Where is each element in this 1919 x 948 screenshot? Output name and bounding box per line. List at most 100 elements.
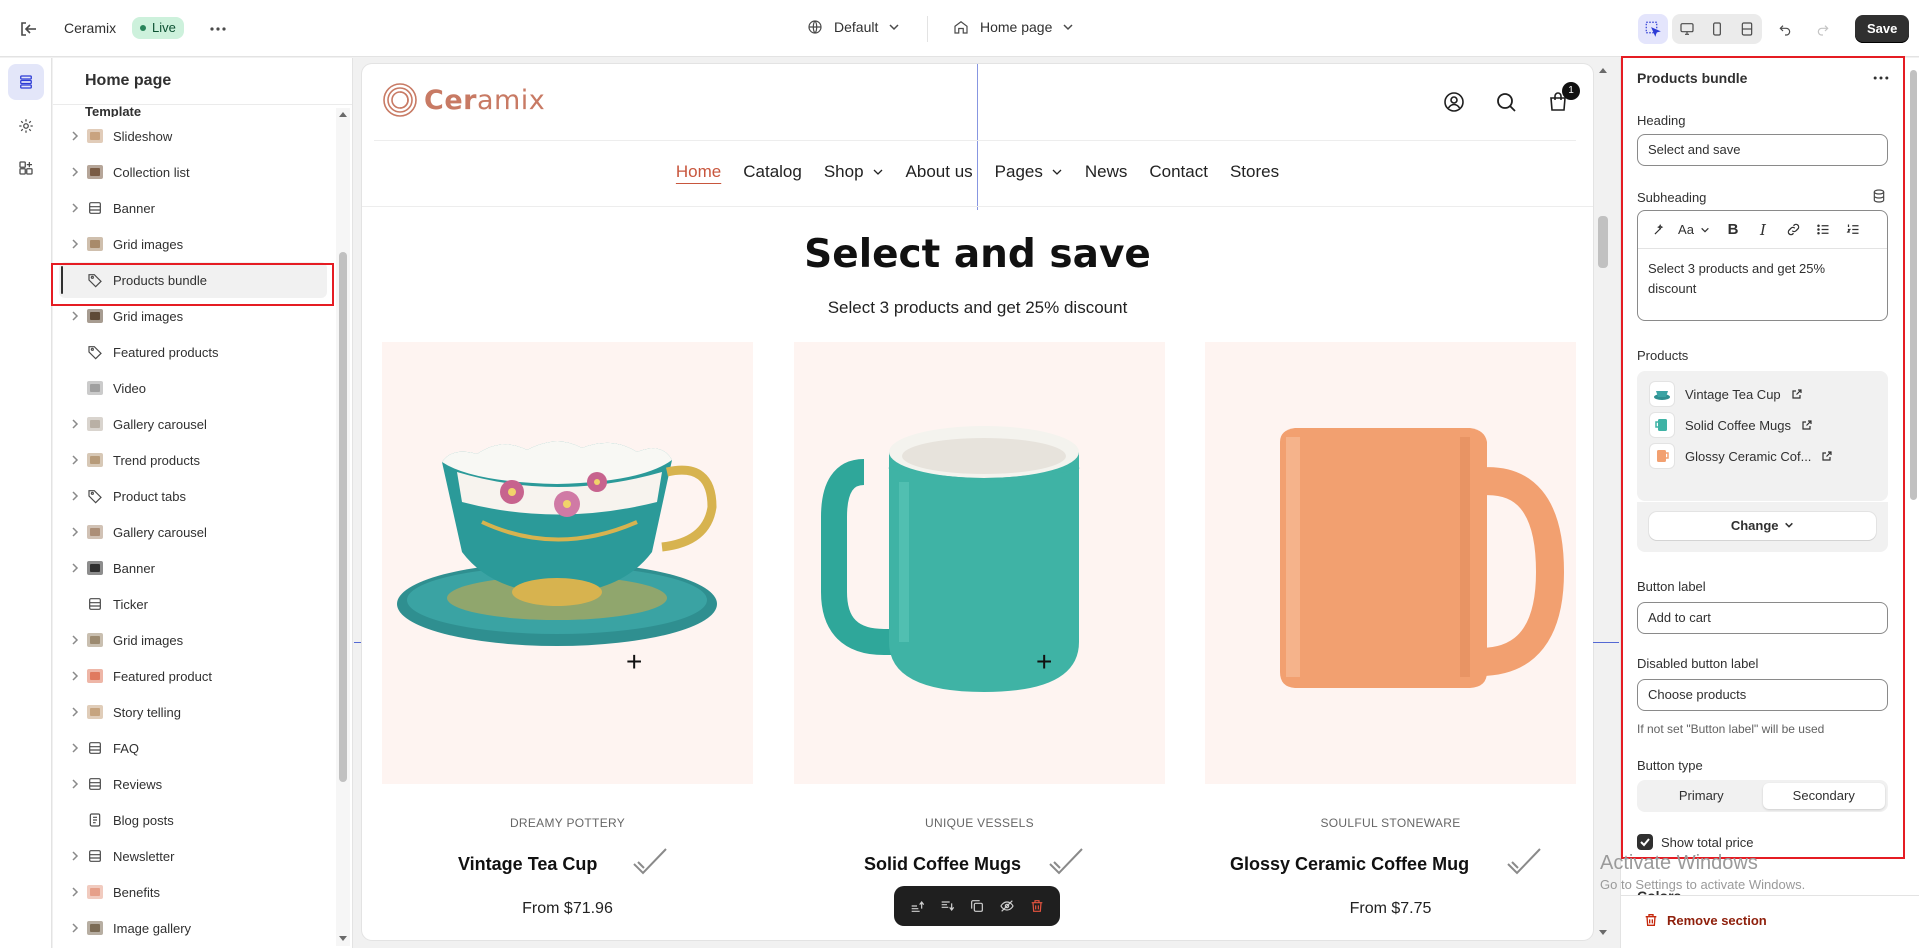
- sidebar-item[interactable]: Grid images: [53, 226, 333, 262]
- chevron-right-icon[interactable]: [69, 706, 81, 718]
- product-card-image[interactable]: [1205, 342, 1576, 784]
- nav-catalog[interactable]: Catalog: [743, 162, 802, 182]
- sidebar-item[interactable]: Ticker: [53, 586, 333, 622]
- button-type-primary[interactable]: Primary: [1640, 783, 1763, 809]
- picked-product[interactable]: Solid Coffee Mugs: [1649, 412, 1813, 438]
- product-card-image[interactable]: [382, 342, 753, 784]
- preview-scrollbar[interactable]: [1596, 64, 1610, 940]
- checkmark-icon[interactable]: [1046, 846, 1086, 880]
- save-button[interactable]: Save: [1855, 15, 1910, 43]
- sidebar-item[interactable]: Gallery carousel: [53, 406, 333, 442]
- nav-home[interactable]: Home: [676, 162, 721, 182]
- sections-icon[interactable]: [8, 64, 44, 100]
- external-link-icon[interactable]: [1791, 388, 1803, 400]
- button-type-secondary[interactable]: Secondary: [1762, 783, 1885, 809]
- chevron-right-icon[interactable]: [69, 922, 81, 934]
- checkbox-checked-icon[interactable]: [1637, 834, 1653, 850]
- bulleted-list-icon[interactable]: [1808, 218, 1838, 242]
- sidebar-item[interactable]: Image gallery: [53, 910, 333, 946]
- chevron-right-icon[interactable]: [69, 310, 81, 322]
- redo-icon[interactable]: [1808, 14, 1838, 44]
- chevron-right-icon[interactable]: [69, 490, 81, 502]
- undo-icon[interactable]: [1770, 14, 1800, 44]
- store-logo[interactable]: Ceramix: [382, 82, 545, 118]
- sidebar-item[interactable]: Collection list: [53, 154, 333, 190]
- external-link-icon[interactable]: [1821, 450, 1833, 462]
- chevron-right-icon[interactable]: [69, 742, 81, 754]
- subheading-text[interactable]: Select 3 products and get 25% discount: [1638, 249, 1887, 309]
- product-title[interactable]: Vintage Tea Cup: [458, 854, 597, 875]
- sidebar-item[interactable]: Grid images: [53, 298, 333, 334]
- chevron-right-icon[interactable]: [69, 778, 81, 790]
- desktop-view-button[interactable]: [1672, 14, 1702, 44]
- page-selector[interactable]: Home page: [952, 18, 1074, 36]
- product-title[interactable]: Glossy Ceramic Coffee Mug: [1230, 854, 1469, 875]
- search-icon[interactable]: [1494, 90, 1518, 114]
- checkmark-icon[interactable]: [1504, 846, 1544, 880]
- chevron-right-icon[interactable]: [69, 202, 81, 214]
- sidebar-item[interactable]: Products bundle: [59, 262, 327, 298]
- magic-icon[interactable]: [1644, 218, 1674, 242]
- sidebar-item[interactable]: Video: [53, 370, 333, 406]
- chevron-right-icon[interactable]: [69, 526, 81, 538]
- sidebar-item[interactable]: Banner: [53, 550, 333, 586]
- hide-icon[interactable]: [998, 897, 1016, 915]
- nav-shop[interactable]: Shop: [824, 162, 884, 182]
- sidebar-item[interactable]: Trend products: [53, 442, 333, 478]
- duplicate-icon[interactable]: [968, 897, 986, 915]
- text-style-dropdown[interactable]: Aa: [1674, 218, 1714, 242]
- database-icon[interactable]: [1871, 188, 1887, 204]
- settings-scrollbar[interactable]: [1908, 58, 1919, 894]
- chevron-right-icon[interactable]: [69, 634, 81, 646]
- nav-about-us[interactable]: About us: [906, 162, 973, 182]
- disabled-button-label-field[interactable]: Choose products: [1637, 679, 1888, 711]
- product-title[interactable]: Solid Coffee Mugs: [864, 854, 1021, 875]
- show-total-price-checkbox[interactable]: Show total price: [1637, 834, 1754, 850]
- remove-section-button[interactable]: Remove section: [1643, 912, 1767, 928]
- sidebar-item[interactable]: Benefits: [53, 874, 333, 910]
- move-up-icon[interactable]: [908, 897, 926, 915]
- inspector-button[interactable]: [1638, 14, 1668, 44]
- bold-icon[interactable]: B: [1718, 218, 1748, 242]
- account-icon[interactable]: [1442, 90, 1466, 114]
- external-link-icon[interactable]: [1801, 419, 1813, 431]
- move-down-icon[interactable]: [938, 897, 956, 915]
- delete-icon[interactable]: [1028, 897, 1046, 915]
- gear-icon[interactable]: [8, 108, 44, 144]
- nav-stores[interactable]: Stores: [1230, 162, 1279, 182]
- nav-pages[interactable]: Pages: [995, 162, 1063, 182]
- subheading-editor[interactable]: Aa B I Select 3 products and get 25% dis…: [1637, 210, 1888, 321]
- chevron-right-icon[interactable]: [69, 670, 81, 682]
- numbered-list-icon[interactable]: [1838, 218, 1868, 242]
- sidebar-item[interactable]: Grid images: [53, 622, 333, 658]
- exit-icon[interactable]: [16, 17, 40, 41]
- chevron-right-icon[interactable]: [69, 850, 81, 862]
- sidebar-item[interactable]: Gallery carousel: [53, 514, 333, 550]
- sidebar-item[interactable]: Slideshow: [53, 118, 333, 154]
- sidebar-item[interactable]: Reviews: [53, 766, 333, 802]
- fullwidth-view-button[interactable]: [1732, 14, 1762, 44]
- chevron-right-icon[interactable]: [69, 166, 81, 178]
- italic-icon[interactable]: I: [1748, 218, 1778, 242]
- sidebar-item[interactable]: Featured product: [53, 658, 333, 694]
- sidebar-item[interactable]: Featured products: [53, 334, 333, 370]
- chevron-right-icon[interactable]: [69, 454, 81, 466]
- picked-product[interactable]: Vintage Tea Cup: [1649, 381, 1803, 407]
- sidebar-item[interactable]: Banner: [53, 190, 333, 226]
- more-icon[interactable]: [1871, 68, 1891, 88]
- theme-selector[interactable]: Default: [806, 18, 900, 36]
- sidebar-item[interactable]: Story telling: [53, 694, 333, 730]
- more-icon[interactable]: [206, 17, 230, 41]
- mobile-view-button[interactable]: [1702, 14, 1732, 44]
- chevron-right-icon[interactable]: [69, 418, 81, 430]
- sidebar-scrollbar[interactable]: [336, 108, 350, 946]
- nav-news[interactable]: News: [1085, 162, 1128, 182]
- sidebar-item[interactable]: Newsletter: [53, 838, 333, 874]
- apps-icon[interactable]: [8, 150, 44, 186]
- chevron-right-icon[interactable]: [69, 238, 81, 250]
- chevron-right-icon[interactable]: [69, 886, 81, 898]
- chevron-right-icon[interactable]: [69, 130, 81, 142]
- chevron-right-icon[interactable]: [69, 562, 81, 574]
- picked-product[interactable]: Glossy Ceramic Cof...: [1649, 443, 1833, 469]
- heading-field[interactable]: Select and save: [1637, 134, 1888, 166]
